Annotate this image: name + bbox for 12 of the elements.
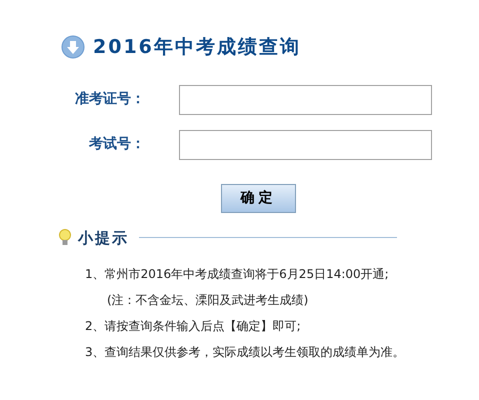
lightbulb-icon bbox=[58, 228, 72, 247]
tip-item: 2、请按查询条件输入后点【确定】即可; bbox=[85, 318, 302, 335]
input-field[interactable] bbox=[179, 130, 432, 160]
tips-heading: 小提示 bbox=[78, 228, 129, 248]
tip-item: 3、查询结果仅供参考，实际成绩以考生领取的成绩单为准。 bbox=[85, 344, 406, 361]
field-label: 考试号： bbox=[88, 135, 145, 154]
field-label: 准考证号： bbox=[74, 90, 145, 109]
tip-note: (注：不含金坛、溧阳及武进考生成绩) bbox=[106, 292, 310, 309]
submit-button[interactable]: 确定 bbox=[221, 184, 296, 212]
input-field[interactable] bbox=[179, 84, 432, 114]
page-title: 2016年中考成绩查询 bbox=[93, 35, 301, 60]
tip-item: 1、常州市2016年中考成绩查询将于6月25日14:00开通; bbox=[85, 266, 390, 283]
